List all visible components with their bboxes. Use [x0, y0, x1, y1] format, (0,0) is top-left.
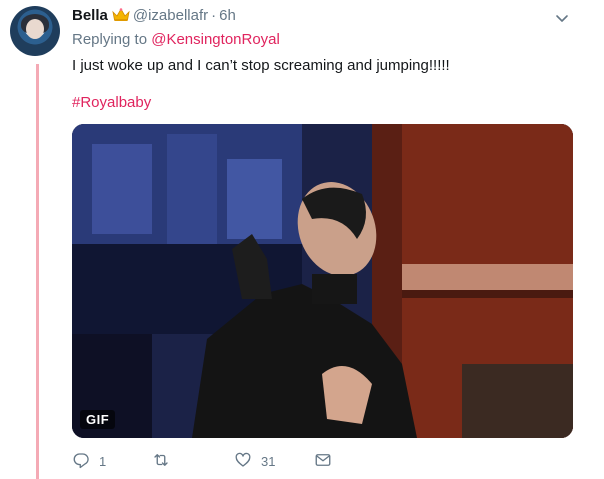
retweet-action[interactable]	[152, 451, 179, 472]
message-icon	[314, 451, 332, 472]
retweet-icon	[152, 451, 170, 472]
thread-line	[36, 64, 39, 479]
display-name[interactable]: Bella	[72, 7, 108, 24]
mention-link[interactable]: @KensingtonRoyal	[151, 31, 280, 48]
gif-frame	[72, 124, 573, 438]
replying-to-prefix: Replying to	[72, 31, 148, 48]
gif-media[interactable]: GIF	[72, 124, 573, 438]
reply-action[interactable]: 1	[72, 451, 106, 472]
replying-to: Replying to @KensingtonRoyal	[72, 31, 280, 48]
tweet-header: Bella @izabellafr · 6h	[72, 7, 236, 27]
user-handle[interactable]: @izabellafr	[133, 7, 208, 24]
chevron-down-icon[interactable]	[554, 10, 570, 26]
hashtag-link[interactable]: #Royalbaby	[72, 94, 151, 111]
like-action[interactable]: 31	[234, 451, 275, 472]
crown-icon	[112, 8, 130, 27]
tweet-text: I just woke up and I can’t stop screamin…	[72, 57, 450, 74]
avatar[interactable]	[10, 6, 60, 56]
reply-icon	[72, 451, 90, 472]
tweet-actions: 1 31	[72, 451, 372, 471]
avatar-face	[26, 19, 44, 39]
like-count: 31	[261, 454, 276, 469]
reply-count: 1	[99, 454, 107, 469]
message-action[interactable]	[314, 451, 332, 472]
gif-badge: GIF	[80, 410, 116, 429]
timestamp[interactable]: 6h	[219, 7, 236, 24]
separator-dot: ·	[211, 7, 217, 24]
like-icon	[234, 451, 252, 472]
